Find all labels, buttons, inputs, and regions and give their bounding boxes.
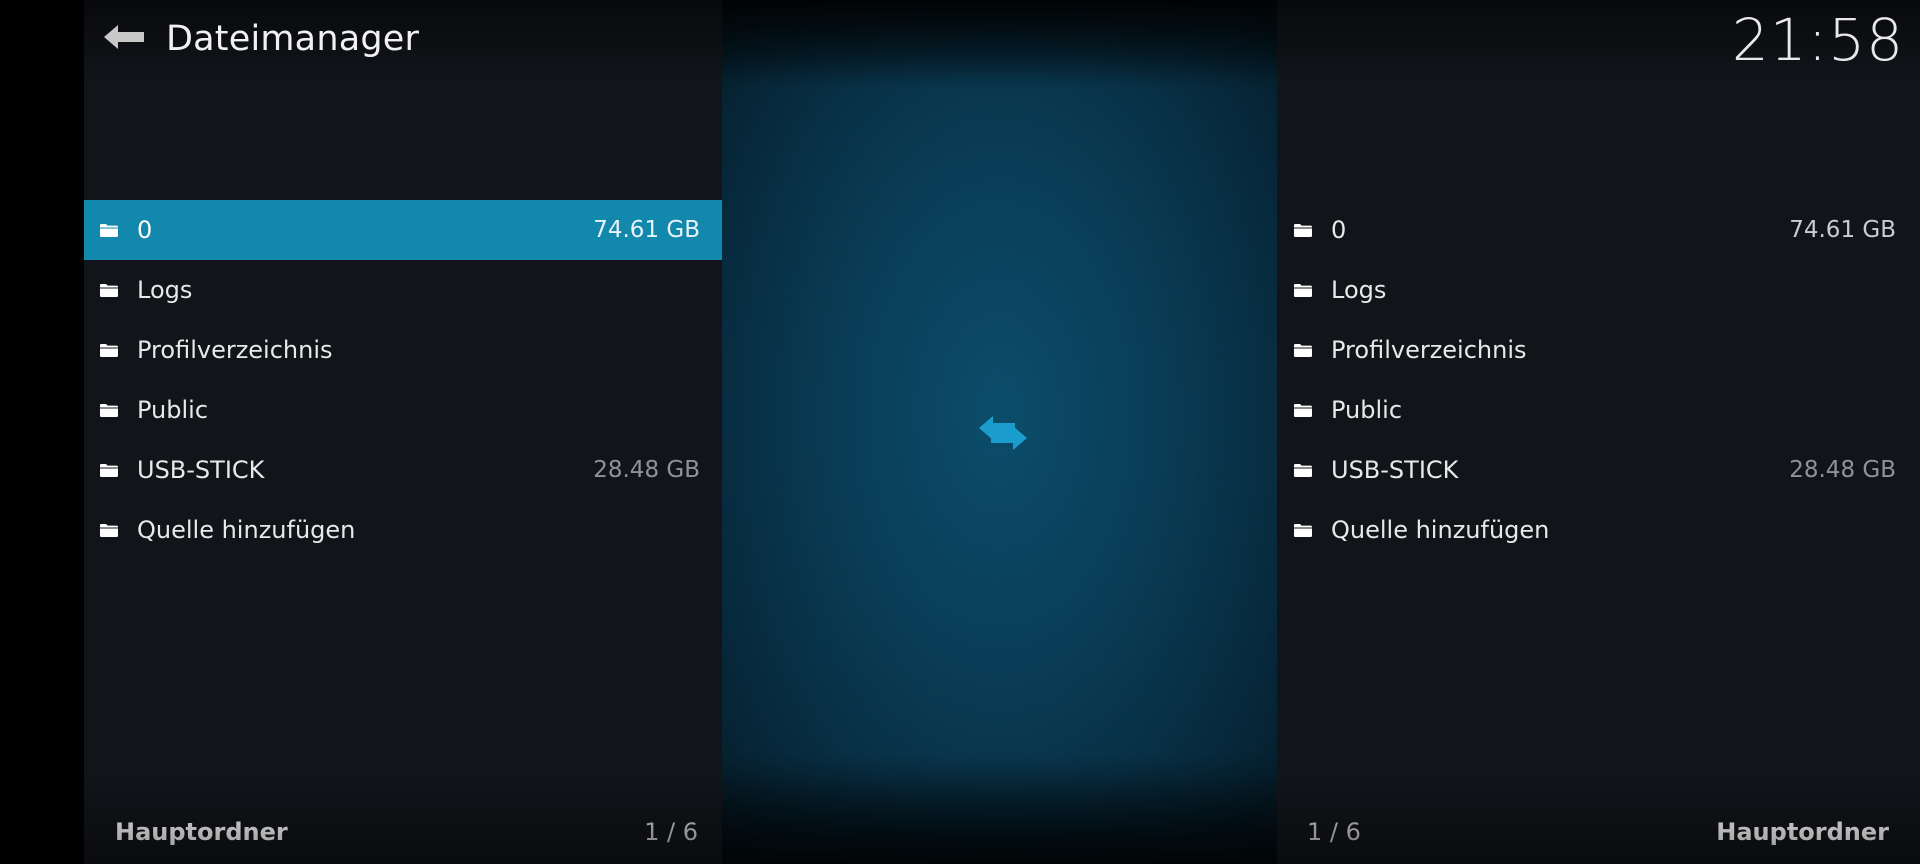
left-list-item-3[interactable]: Public xyxy=(84,380,722,440)
right-list-item-1[interactable]: Logs xyxy=(1277,260,1920,320)
right-list-item-2[interactable]: Profilverzeichnis xyxy=(1277,320,1920,380)
right-item-name: Profilverzeichnis xyxy=(1331,336,1527,364)
right-item-name: USB-STICK xyxy=(1331,456,1459,484)
left-list-item-0[interactable]: 0 74.61 GB xyxy=(84,200,722,260)
right-footer-label: Hauptordner xyxy=(1716,818,1889,846)
left-list-item-4[interactable]: USB-STICK 28.48 GB xyxy=(84,440,722,500)
left-list-item-2[interactable]: Profilverzeichnis xyxy=(84,320,722,380)
right-item-name: Logs xyxy=(1331,276,1387,304)
folder-icon xyxy=(99,342,121,358)
left-file-panel: 0 74.61 GB Logs Profilverzeichnis Public… xyxy=(84,0,722,864)
right-item-name: 0 xyxy=(1331,216,1347,244)
back-arrow-icon xyxy=(102,22,146,56)
folder-icon xyxy=(1293,282,1315,298)
left-item-name: Profilverzeichnis xyxy=(137,336,333,364)
right-item-size: 28.48 GB xyxy=(1789,457,1896,483)
right-footer-count: 1 / 6 xyxy=(1307,818,1361,846)
back-button[interactable] xyxy=(100,17,148,61)
folder-icon xyxy=(1293,522,1315,538)
left-list-item-5[interactable]: Quelle hinzufügen xyxy=(84,500,722,560)
left-item-name: Quelle hinzufügen xyxy=(137,516,356,544)
right-item-name: Quelle hinzufügen xyxy=(1331,516,1550,544)
right-footer-folder-label: Hauptordner xyxy=(1716,818,1889,846)
left-footer-folder-label: Hauptordner xyxy=(115,818,288,846)
folder-icon xyxy=(99,282,121,298)
right-list-item-3[interactable]: Public xyxy=(1277,380,1920,440)
folder-icon xyxy=(1293,462,1315,478)
left-footer-label: Hauptordner xyxy=(115,818,288,846)
folder-icon xyxy=(1293,222,1315,238)
folder-icon xyxy=(1293,402,1315,418)
right-item-size: 74.61 GB xyxy=(1789,217,1896,243)
left-item-name: USB-STICK xyxy=(137,456,265,484)
folder-icon xyxy=(99,402,121,418)
right-file-panel: 0 74.61 GB Logs Profilverzeichnis Public… xyxy=(1277,0,1920,864)
folder-icon xyxy=(99,462,121,478)
left-file-list: 0 74.61 GB Logs Profilverzeichnis Public… xyxy=(84,200,722,560)
left-item-name: 0 xyxy=(137,216,153,244)
left-item-size: 74.61 GB xyxy=(593,217,700,243)
right-item-name: Public xyxy=(1331,396,1403,424)
right-list-item-4[interactable]: USB-STICK 28.48 GB xyxy=(1277,440,1920,500)
left-item-name: Public xyxy=(137,396,209,424)
page-title: Dateimanager xyxy=(166,19,420,59)
right-list-item-5[interactable]: Quelle hinzufügen xyxy=(1277,500,1920,560)
right-item-count: 1 / 6 xyxy=(1307,818,1361,846)
swap-arrows-icon xyxy=(975,416,1031,462)
folder-icon xyxy=(99,522,121,538)
left-item-size: 28.48 GB xyxy=(593,457,700,483)
folder-icon xyxy=(99,222,121,238)
folder-icon xyxy=(1293,342,1315,358)
left-list-item-1[interactable]: Logs xyxy=(84,260,722,320)
left-footer-count: 1 / 6 xyxy=(644,818,698,846)
file-manager-screen: 0 74.61 GB Logs Profilverzeichnis Public… xyxy=(0,0,1920,864)
left-item-count: 1 / 6 xyxy=(644,818,698,846)
right-list-item-0[interactable]: 0 74.61 GB xyxy=(1277,200,1920,260)
clock: 21:58 xyxy=(1731,6,1904,74)
left-item-name: Logs xyxy=(137,276,193,304)
right-file-list: 0 74.61 GB Logs Profilverzeichnis Public… xyxy=(1277,200,1920,560)
swap-panes-button[interactable] xyxy=(975,408,1031,458)
left-edge-bar xyxy=(0,0,84,864)
header-bar: Dateimanager xyxy=(100,14,419,64)
